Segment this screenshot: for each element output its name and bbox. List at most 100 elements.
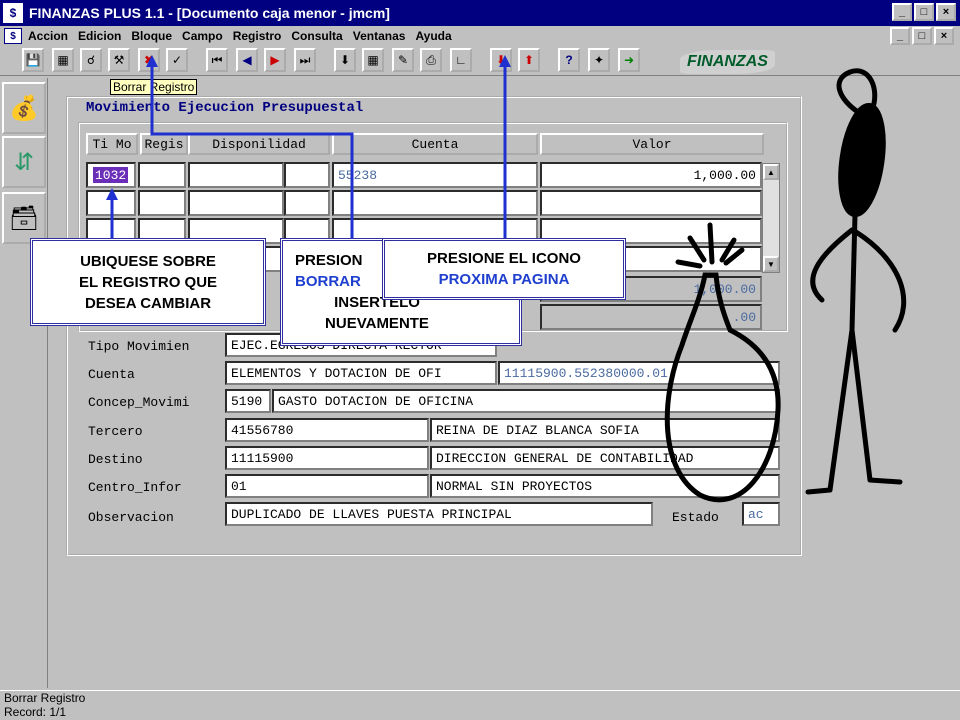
cuenta-field[interactable]: ELEMENTOS Y DOTACION DE OFI <box>225 361 497 385</box>
exit-icon[interactable]: ➜ <box>618 48 640 72</box>
file-cabinet-icon[interactable]: 🗃 <box>2 192 46 244</box>
concepto-code-field[interactable]: 5190 <box>225 389 271 413</box>
callout-delete-line2: BORRAR <box>295 273 361 290</box>
row2-cuenta-cell[interactable] <box>332 190 538 216</box>
grid-scrollbar[interactable]: ▲ ▼ <box>762 163 780 273</box>
menu-registro[interactable]: Registro <box>233 29 282 43</box>
tercero-field[interactable]: REINA DE DIAZ BLANCA SOFIA <box>430 418 780 442</box>
estado-field[interactable]: ac <box>742 502 780 526</box>
callout-delete-line4: NUEVAMENTE <box>325 315 429 332</box>
cuenta-code-field[interactable]: 11115900.552380000.01 <box>498 361 780 385</box>
scroll-down-icon[interactable]: ▼ <box>763 256 779 272</box>
first-record-icon[interactable]: ⏮ <box>206 48 228 72</box>
previous-page-icon[interactable]: ⬇ <box>490 48 512 72</box>
column-header-ti-mo[interactable]: Ti Mo <box>86 133 138 155</box>
column-header-disponilidad[interactable]: Disponilidad <box>188 133 330 155</box>
last-record-icon[interactable]: ⏭ <box>294 48 316 72</box>
column-header-regis[interactable]: Regis <box>140 133 188 155</box>
save-icon[interactable]: 💾 <box>22 48 44 72</box>
destino-field[interactable]: DIRECCION GENERAL DE CONTABILIDAD <box>430 446 780 470</box>
thinking-figure <box>805 68 907 495</box>
check-icon[interactable]: ✓ <box>166 48 188 72</box>
finanzas-logo: FINANZAS <box>680 50 775 74</box>
destino-code-field[interactable]: 11115900 <box>225 446 429 470</box>
row2-ti-mo-cell[interactable] <box>86 190 136 216</box>
row1-ti-mo-value[interactable]: 1032 <box>92 166 130 184</box>
tipo-movimiento-label: Tipo Movimien <box>88 338 190 354</box>
estado-label: Estado <box>672 509 719 525</box>
row2-disp-cell[interactable] <box>188 190 284 216</box>
transfer-arrows-icon[interactable]: ⇵ <box>2 136 46 188</box>
callout-next-page: PRESIONE EL ICONO PROXIMA PAGINA <box>382 238 626 300</box>
column-header-cuenta[interactable]: Cuenta <box>332 133 538 155</box>
help-icon[interactable]: ? <box>558 48 580 72</box>
total-valor-2: .00 <box>540 304 762 330</box>
menu-consulta[interactable]: Consulta <box>291 29 342 43</box>
centro-label: Centro_Infor <box>88 479 182 495</box>
status-message: Borrar Registro <box>4 691 86 705</box>
tools-icon[interactable]: ⚒ <box>108 48 130 72</box>
row1-ti-mo-cell[interactable]: 1032 <box>86 162 136 188</box>
observacion-field[interactable]: DUPLICADO DE LLAVES PUESTA PRINCIPAL <box>225 502 653 526</box>
toolbar: 💾 ▦ ☌ ⚒ ✖ ✓ ⏮ ◀ ▶ ⏭ ⬇ ▦ ✎ ⎙ ∟ ⬇ ⬆ ? ✦ ➜ <box>0 46 960 76</box>
callout-select-record: UBIQUESE SOBRE EL REGISTRO QUE DESEA CAM… <box>30 238 266 326</box>
menu-accion[interactable]: Accion <box>28 29 68 43</box>
money-bag-icon[interactable]: 💰 <box>2 82 46 134</box>
sidebar: 💰 ⇵ 🗃 <box>0 78 48 688</box>
title-bar: $ FINANZAS PLUS 1.1 - [Documento caja me… <box>0 0 960 26</box>
delete-record-icon[interactable]: ✖ <box>138 48 160 72</box>
row1-regis-cell[interactable] <box>138 162 186 188</box>
tercero-label: Tercero <box>88 423 143 439</box>
document-icon[interactable]: $ <box>4 28 22 44</box>
grid-icon[interactable]: ▦ <box>362 48 384 72</box>
row1-cuenta-cell[interactable]: 55238 <box>332 162 538 188</box>
concepto-label: Concep_Movimi <box>88 394 190 410</box>
next-record-icon[interactable]: ▶ <box>264 48 286 72</box>
menu-ayuda[interactable]: Ayuda <box>415 29 451 43</box>
edit-icon[interactable]: ✎ <box>392 48 414 72</box>
row1-disp2-cell[interactable] <box>284 162 330 188</box>
row2-regis-cell[interactable] <box>138 190 186 216</box>
download-icon[interactable]: ⬇ <box>334 48 356 72</box>
chart-icon[interactable]: ∟ <box>450 48 472 72</box>
cuenta-label: Cuenta <box>88 366 135 382</box>
concepto-field[interactable]: GASTO DOTACION DE OFICINA <box>272 389 780 413</box>
menu-edicion[interactable]: Edicion <box>78 29 121 43</box>
observacion-label: Observacion <box>88 509 174 525</box>
print-icon[interactable]: ⎙ <box>420 48 442 72</box>
wand-icon[interactable]: ✦ <box>588 48 610 72</box>
row1-disp-cell[interactable] <box>188 162 284 188</box>
document-window-controls: _ □ × <box>890 27 954 45</box>
callout-select-line3: DESEA CAMBIAR <box>84 294 212 312</box>
callout-select-line1: UBIQUESE SOBRE <box>80 252 216 270</box>
status-bar: Borrar Registro Record: 1/1 <box>0 690 960 720</box>
tercero-code-field[interactable]: 41556780 <box>225 418 429 442</box>
menu-ventanas[interactable]: Ventanas <box>353 29 406 43</box>
row2-disp2-cell[interactable] <box>284 190 330 216</box>
previous-record-icon[interactable]: ◀ <box>236 48 258 72</box>
window-title: FINANZAS PLUS 1.1 - [Documento caja meno… <box>29 5 390 21</box>
menu-campo[interactable]: Campo <box>182 29 223 43</box>
close-button[interactable]: × <box>936 3 956 21</box>
insert-record-icon[interactable]: ▦ <box>52 48 74 72</box>
row1-valor-cell[interactable]: 1,000.00 <box>540 162 762 188</box>
menu-bloque[interactable]: Bloque <box>131 29 172 43</box>
next-page-icon[interactable]: ⬆ <box>518 48 540 72</box>
centro-code-field[interactable]: 01 <box>225 474 429 498</box>
maximize-button[interactable]: □ <box>914 3 934 21</box>
doc-maximize-button[interactable]: □ <box>912 27 932 45</box>
scroll-up-icon[interactable]: ▲ <box>763 164 779 180</box>
doc-close-button[interactable]: × <box>934 27 954 45</box>
app-icon: $ <box>3 3 23 23</box>
centro-field[interactable]: NORMAL SIN PROYECTOS <box>430 474 780 498</box>
column-header-valor[interactable]: Valor <box>540 133 764 155</box>
record-counter: Record: 1/1 <box>4 705 67 719</box>
minimize-button[interactable]: _ <box>892 3 912 21</box>
row2-valor-cell[interactable] <box>540 190 762 216</box>
tooltip: Borrar Registro <box>110 79 198 95</box>
destino-label: Destino <box>88 451 143 467</box>
window-controls: _ □ × <box>892 3 956 21</box>
callout-delete-line1: PRESION <box>295 252 363 269</box>
doc-minimize-button[interactable]: _ <box>890 27 910 45</box>
search-icon[interactable]: ☌ <box>80 48 102 72</box>
